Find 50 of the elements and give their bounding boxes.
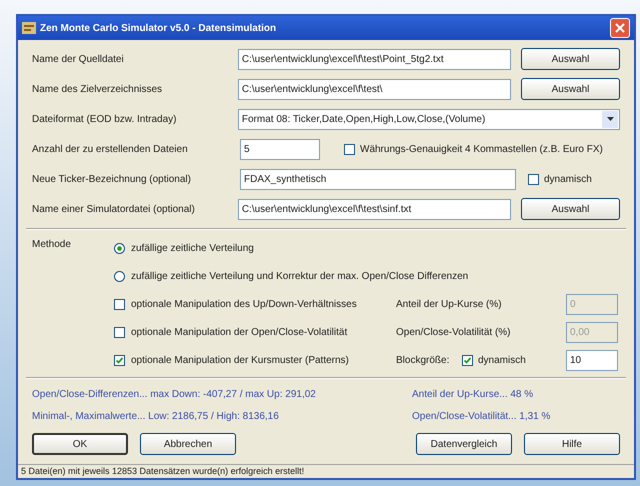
close-button[interactable] [610, 18, 630, 38]
button[interactable]: Abbrechen [140, 433, 236, 455]
checkbox[interactable] [114, 355, 125, 366]
radio-button[interactable] [114, 243, 125, 254]
radio-button[interactable] [114, 271, 125, 282]
checkbox-label: Währungs-Genauigkeit 4 Kommastellen (z.B. Euro FX) [360, 142, 603, 156]
input-field[interactable]: 10 [566, 350, 618, 371]
input-field[interactable]: C:\user\entwicklung\excel\f\test\ [238, 78, 512, 100]
browse-button[interactable]: Auswahl [521, 78, 620, 100]
dropdown[interactable]: Format 08: Ticker,Date,Open,High,Low,Close,(Volume) [238, 108, 620, 130]
field-label: Anteil der Up-Kurse (%) [396, 298, 503, 312]
checkbox[interactable] [114, 299, 125, 310]
field-label: Name der Quelldatei [32, 52, 125, 66]
input-field[interactable]: 5 [240, 138, 320, 160]
close-icon [615, 23, 625, 33]
checkbox-label: dynamisch [544, 172, 592, 186]
option-label: optionale Manipulation der Open/Close-Volatilität [131, 326, 348, 340]
option-label: zufällige zeitliche Verteilung [131, 242, 254, 256]
button[interactable]: Hilfe [524, 433, 620, 455]
input-field[interactable]: C:\user\entwicklung\excel\f\test\Point_5tg2.txt [238, 48, 512, 70]
option-label: optionale Manipulation der Kursmuster (Patterns) [131, 354, 349, 368]
dropdown-arrow-icon [606, 117, 614, 121]
field-label: Neue Ticker-Bezeichnung (optional) [32, 172, 192, 186]
window-title: Zen Monte Carlo Simulator v5.0 - Datensimulation [40, 22, 276, 36]
option-label: optionale Manipulation des Up/Down-Verhältnisses [131, 298, 357, 312]
field-label: Blockgröße: [396, 354, 450, 368]
checkbox-label: dynamisch [478, 354, 526, 368]
field-label: Anzahl der zu erstellenden Dateien [32, 142, 189, 156]
input-field[interactable]: C:\user\entwicklung\excel\f\test\sinf.txt [238, 198, 512, 220]
checkbox[interactable] [344, 144, 355, 154]
browse-button[interactable]: Auswahl [521, 48, 620, 70]
field-label: Dateiformat (EOD bzw. Intraday) [32, 112, 178, 126]
status-bar: 5 Datei(en) mit jeweils 12853 Datensätzen wurde(n) erfolgreich erstellt! [18, 464, 634, 478]
stat-text: Anteil der Up-Kurse... 48 % [412, 388, 534, 401]
checkbox[interactable] [462, 355, 473, 366]
input-field[interactable]: FDAX_synthetisch [240, 168, 516, 190]
stat-text: Open/Close-Volatilität... 1,31 % [412, 410, 550, 423]
stat-text: Minimal-, Maximalwerte... Low: 2186,75 / High: 8136,16 [32, 410, 280, 423]
checkbox[interactable] [528, 174, 539, 184]
browse-button[interactable]: Auswahl [521, 198, 620, 220]
stat-text: Open/Close-Differenzen... max Down: -407,27 / max Up: 291,02 [32, 388, 317, 401]
button[interactable]: OK [32, 433, 128, 455]
option-label: zufällige zeitliche Verteilung und Korrektur der max. Open/Close Differenzen [131, 270, 468, 284]
field-label: Open/Close-Volatilität (%) [396, 326, 512, 340]
checkbox[interactable] [114, 327, 125, 338]
app-icon [22, 22, 36, 34]
field-label: Name des Zielverzeichnisses [32, 82, 164, 96]
field-label: Name einer Simulatordatei (optional) [32, 202, 196, 216]
button[interactable]: Datenvergleich [416, 433, 512, 455]
section-label: Methode [32, 238, 72, 252]
